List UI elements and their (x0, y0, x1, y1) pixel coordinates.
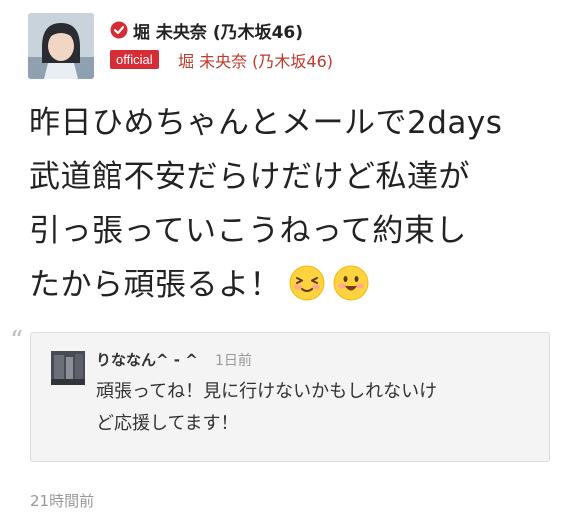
official-badge: official (110, 50, 159, 69)
grinning-squint-face-emoji (289, 265, 325, 301)
verified-check-icon (110, 21, 128, 39)
smiling-face-emoji (333, 265, 369, 301)
post-text-line-last: たから頑張るよ！ (29, 258, 559, 312)
post-text-line: たから頑張るよ！ (29, 267, 281, 303)
author-avatar-image (28, 13, 94, 79)
post-text: 昨日ひめちゃんとメールで2days 武道館不安だらけだけど私達が 引っ張っていこ… (29, 96, 559, 312)
comment-text-line: ど応援してます！ (96, 413, 239, 434)
comment-text-line: 頑張ってね！見に行けないかもしれないけ (96, 381, 438, 402)
post-text-line: 引っ張っていこうねって約束し (29, 213, 467, 249)
commenter-avatar-image (51, 351, 85, 385)
commenter-name[interactable]: りななん^ - ^ (96, 349, 198, 370)
official-account-name[interactable]: 堀 未央奈 (乃木坂46) (178, 48, 333, 72)
post-text-line: 昨日ひめちゃんとメールで2days (29, 105, 503, 141)
author-avatar[interactable] (28, 13, 94, 79)
comment-box[interactable]: りななん^ - ^ 1日前 頑張ってね！見に行けないかもしれないけ ど応援してま… (30, 332, 550, 462)
comment-timestamp: 1日前 (215, 353, 252, 369)
post-card: 堀 未央奈 (乃木坂46) official 堀 未央奈 (乃木坂46) 昨日ひ… (0, 0, 580, 524)
quote-icon: “ (10, 326, 24, 356)
author-name[interactable]: 堀 未央奈 (乃木坂46) (133, 18, 303, 43)
commenter-avatar[interactable] (51, 351, 85, 385)
post-text-line: 武道館不安だらけだけど私達が (29, 159, 470, 195)
comment-text: 頑張ってね！見に行けないかもしれないけ ど応援してます！ (96, 376, 536, 440)
post-timestamp: 21時間前 (30, 492, 95, 510)
